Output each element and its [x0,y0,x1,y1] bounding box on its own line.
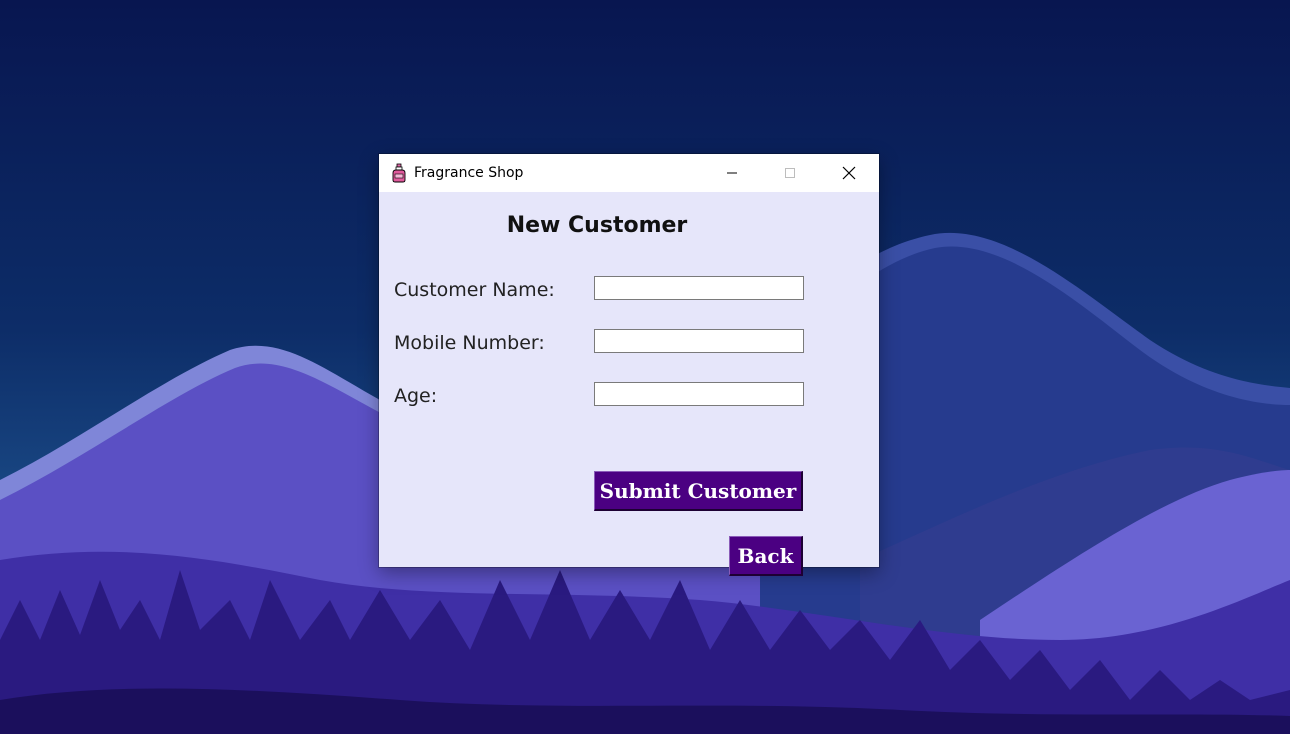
desktop: Fragrance Shop New Customer Customer Nam… [0,0,1290,734]
new-customer-form: New Customer Customer Name: Mobile Numbe… [379,192,879,576]
close-button[interactable] [820,154,878,192]
age-input[interactable] [594,382,804,406]
perfume-bottle-icon [392,163,406,183]
maximize-button[interactable] [761,154,819,192]
mobile-number-input[interactable] [594,329,804,353]
window-title: Fragrance Shop [414,165,524,181]
customer-name-label: Customer Name: [394,279,555,301]
minimize-button[interactable] [703,154,761,192]
age-label: Age: [394,385,438,407]
close-icon [842,166,856,180]
mobile-number-label: Mobile Number: [394,332,545,354]
maximize-icon [785,168,795,178]
title-bar[interactable]: Fragrance Shop [379,154,879,192]
back-button[interactable]: Back [729,536,803,576]
submit-customer-button[interactable]: Submit Customer [594,471,803,511]
customer-name-input[interactable] [594,276,804,300]
fragrance-shop-window: Fragrance Shop New Customer Customer Nam… [379,154,879,576]
page-title: New Customer [379,213,815,238]
minimize-icon [727,172,737,174]
form-heading: New Customer [506,213,688,238]
